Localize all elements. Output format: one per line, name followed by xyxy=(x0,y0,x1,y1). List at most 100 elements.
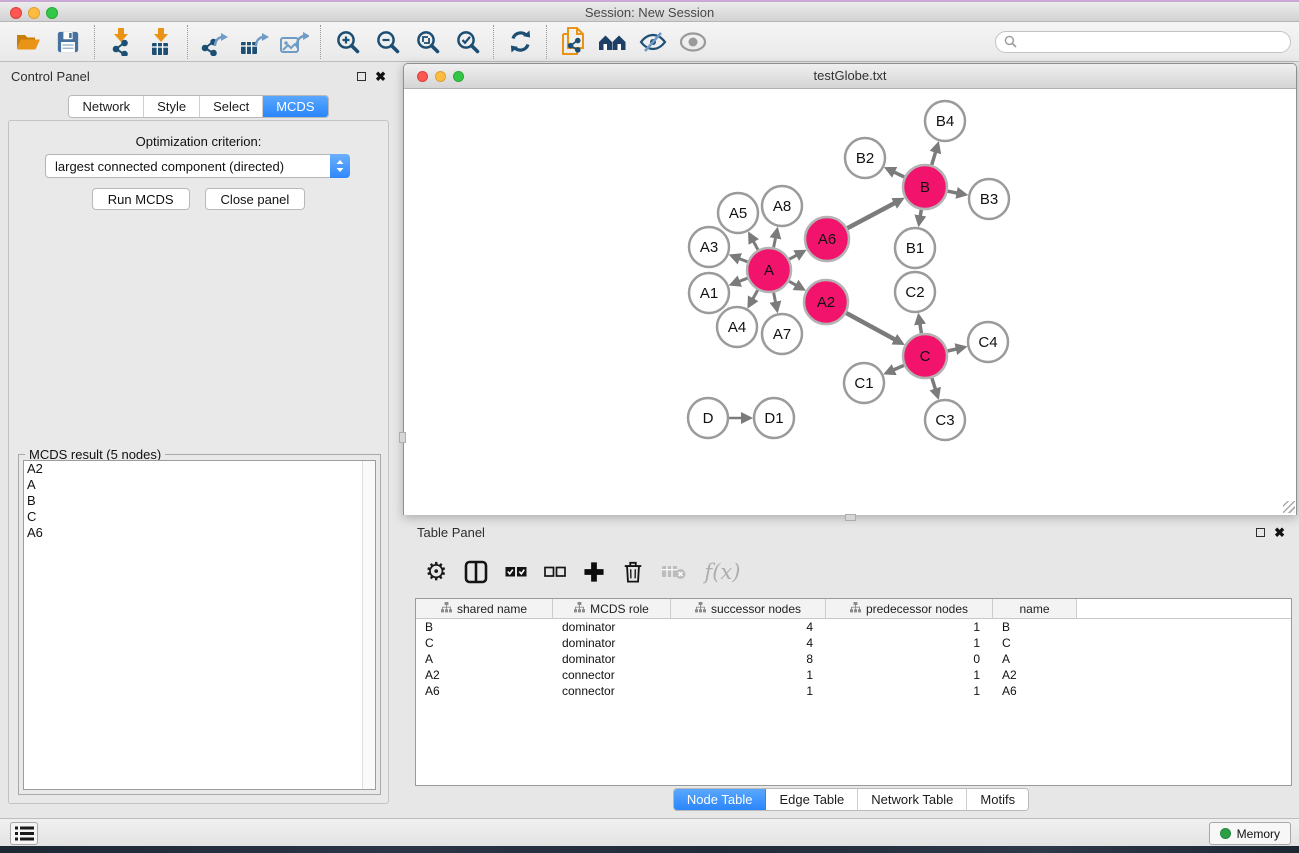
edge-B-B1[interactable] xyxy=(920,210,921,217)
edge-B-B3[interactable] xyxy=(948,191,958,193)
cell[interactable]: dominator xyxy=(553,652,671,666)
node-B[interactable]: B xyxy=(903,165,947,209)
tab-motifs[interactable]: Motifs xyxy=(967,789,1028,810)
run-mcds-button[interactable]: Run MCDS xyxy=(92,188,190,210)
home-icon[interactable] xyxy=(593,25,633,59)
search-input[interactable] xyxy=(1022,35,1282,49)
close-panel-button[interactable]: Close panel xyxy=(205,188,306,210)
tab-style[interactable]: Style xyxy=(144,96,200,117)
node-A4[interactable]: A4 xyxy=(717,307,757,347)
cell[interactable]: 1 xyxy=(671,684,826,698)
network-from-file-icon[interactable] xyxy=(553,25,593,59)
edge-C-C1[interactable] xyxy=(893,365,904,370)
node-C2[interactable]: C2 xyxy=(895,272,935,312)
cell[interactable]: 8 xyxy=(671,652,826,666)
node-C1[interactable]: C1 xyxy=(844,363,884,403)
memory-button[interactable]: Memory xyxy=(1209,822,1291,845)
tab-mcds[interactable]: MCDS xyxy=(263,96,327,117)
close-panel-icon[interactable]: ✖ xyxy=(375,72,386,81)
tab-node-table[interactable]: Node Table xyxy=(674,789,767,810)
export-image-icon[interactable] xyxy=(274,25,314,59)
cell[interactable]: C xyxy=(416,636,553,650)
table-options-icon[interactable]: ⚙ xyxy=(425,557,447,587)
result-item[interactable]: A6 xyxy=(24,525,375,541)
add-column-icon[interactable] xyxy=(583,557,605,587)
edge-B-B2[interactable] xyxy=(894,172,905,177)
search-field[interactable] xyxy=(995,31,1291,53)
result-scrollbar[interactable] xyxy=(362,461,375,789)
edge-A6-B[interactable] xyxy=(847,203,895,228)
edge-C-C2[interactable] xyxy=(920,324,922,334)
column-header-shared-name[interactable]: shared name xyxy=(416,599,553,618)
deselect-all-icon[interactable] xyxy=(544,557,566,587)
cell[interactable]: 1 xyxy=(826,620,993,634)
save-session-icon[interactable] xyxy=(48,25,88,59)
edge-C-C4[interactable] xyxy=(948,349,957,351)
tab-network-table[interactable]: Network Table xyxy=(858,789,967,810)
cell[interactable]: 1 xyxy=(826,636,993,650)
edge-A-A2[interactable] xyxy=(789,281,796,285)
tab-select[interactable]: Select xyxy=(200,96,263,117)
show-column-icon[interactable] xyxy=(464,557,488,587)
cell[interactable]: 4 xyxy=(671,620,826,634)
export-network-icon[interactable] xyxy=(194,25,234,59)
export-table-icon[interactable] xyxy=(234,25,274,59)
edge-C-C3[interactable] xyxy=(932,378,936,390)
table-close-panel-icon[interactable]: ✖ xyxy=(1274,528,1285,537)
cell[interactable]: 1 xyxy=(826,668,993,682)
node-A[interactable]: A xyxy=(747,248,791,292)
edge-A-A3[interactable] xyxy=(739,259,748,262)
function-builder-icon[interactable]: f(x) xyxy=(704,557,740,587)
network-canvas[interactable]: B4B2BB3A5A8A6A3B1AA1C2A2A4A7CC4C1C3DD1 xyxy=(404,89,1296,515)
cell[interactable]: 1 xyxy=(671,668,826,682)
table-row[interactable]: A6connector11A6 xyxy=(416,683,1291,699)
edge-A2-C[interactable] xyxy=(846,313,895,340)
cell[interactable]: A6 xyxy=(416,684,553,698)
network-window-titlebar[interactable]: testGlobe.txt xyxy=(404,64,1296,89)
column-header-name[interactable]: name xyxy=(993,599,1077,618)
cell[interactable]: A xyxy=(416,652,553,666)
mcds-result-list[interactable]: A2ABCA6 xyxy=(23,460,376,790)
zoom-in-icon[interactable] xyxy=(327,25,367,59)
open-session-icon[interactable] xyxy=(8,25,48,59)
zoom-fit-icon[interactable] xyxy=(407,25,447,59)
window-resize-grip[interactable] xyxy=(1283,501,1295,513)
delete-row-icon[interactable] xyxy=(622,557,644,587)
import-table-icon[interactable] xyxy=(141,25,181,59)
table-row[interactable]: Cdominator41C xyxy=(416,635,1291,651)
edge-A-A7[interactable] xyxy=(774,293,776,303)
criterion-dropdown[interactable]: largest connected component (directed) xyxy=(45,154,350,178)
task-history-button[interactable] xyxy=(10,822,38,845)
node-D1[interactable]: D1 xyxy=(754,398,794,438)
show-hidden-icon[interactable] xyxy=(673,25,713,59)
table-float-panel-icon[interactable] xyxy=(1256,528,1265,537)
node-C[interactable]: C xyxy=(903,334,947,378)
node-B3[interactable]: B3 xyxy=(969,179,1009,219)
cell[interactable]: 4 xyxy=(671,636,826,650)
delete-column-icon[interactable] xyxy=(661,557,687,587)
tab-edge-table[interactable]: Edge Table xyxy=(766,789,858,810)
node-A3[interactable]: A3 xyxy=(689,227,729,267)
cell[interactable]: connector xyxy=(553,668,671,682)
node-C3[interactable]: C3 xyxy=(925,400,965,440)
table-row[interactable]: A2connector11A2 xyxy=(416,667,1291,683)
node-B4[interactable]: B4 xyxy=(925,101,965,141)
tab-network[interactable]: Network xyxy=(69,96,144,117)
edge-A-A5[interactable] xyxy=(753,241,758,250)
node-B2[interactable]: B2 xyxy=(845,138,885,178)
cell[interactable]: B xyxy=(416,620,553,634)
cell[interactable]: B xyxy=(993,620,1077,634)
import-network-icon[interactable] xyxy=(101,25,141,59)
float-panel-icon[interactable] xyxy=(357,72,366,81)
node-C4[interactable]: C4 xyxy=(968,322,1008,362)
vertical-splitter-handle[interactable] xyxy=(399,432,406,443)
edge-B-B4[interactable] xyxy=(932,152,936,165)
column-header-MCDS-role[interactable]: MCDS role xyxy=(553,599,671,618)
node-A7[interactable]: A7 xyxy=(762,314,802,354)
zoom-out-icon[interactable] xyxy=(367,25,407,59)
cell[interactable]: dominator xyxy=(553,620,671,634)
cell[interactable]: C xyxy=(993,636,1077,650)
hide-selected-icon[interactable] xyxy=(633,25,673,59)
refresh-icon[interactable] xyxy=(500,25,540,59)
node-A2[interactable]: A2 xyxy=(804,280,848,324)
